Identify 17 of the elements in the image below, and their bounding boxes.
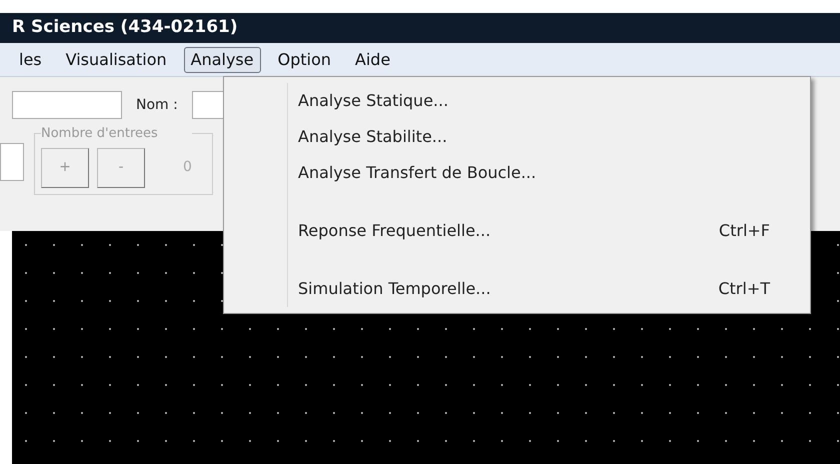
menu-option[interactable]: Simulation Temporelle... Ctrl+T (288, 271, 770, 307)
menu-item[interactable]: les (12, 46, 49, 72)
menu-item[interactable]: Aide (348, 46, 398, 72)
window-title: R Sciences (434-02161) (12, 16, 238, 40)
menu-option[interactable]: Reponse Frequentielle... Ctrl+F (288, 213, 770, 249)
menu-option[interactable]: Analyse Stabilite... (288, 119, 770, 155)
menu-item[interactable]: Analyse (184, 46, 261, 72)
shortcut-label: Ctrl+F (718, 220, 770, 242)
menu-option[interactable]: Analyse Statique... (288, 83, 770, 119)
nom-label: Nom : (136, 96, 178, 114)
input-field[interactable] (0, 142, 24, 180)
input-field[interactable] (12, 91, 122, 119)
shortcut-label: Ctrl+T (718, 278, 770, 300)
count-value: 0 (183, 158, 192, 177)
menu-item[interactable]: Visualisation (58, 46, 174, 72)
menu-option[interactable]: Analyse Transfert de Boucle... (288, 155, 770, 191)
menu-item[interactable]: Option (270, 46, 338, 72)
